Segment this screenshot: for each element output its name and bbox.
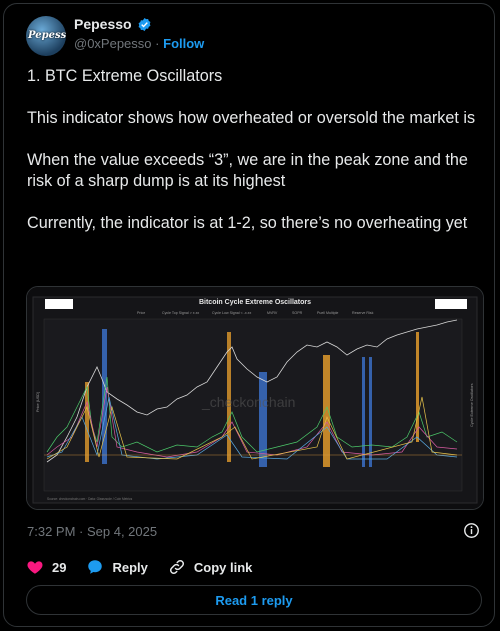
reply-bubble-icon	[88, 560, 103, 574]
chart-footer: Source: checkonchain.com · Data: Glassno…	[47, 497, 133, 501]
read-reply-button[interactable]: Read 1 reply	[26, 585, 482, 615]
avatar[interactable]: Pepesso	[26, 16, 66, 56]
legend-reserve-risk: Reserve Risk	[352, 311, 374, 315]
follow-button[interactable]: Follow	[163, 36, 204, 51]
info-icon[interactable]	[463, 522, 480, 539]
link-icon	[169, 559, 184, 575]
legend-mvrv: MVRV	[267, 311, 278, 315]
chart-ylabel-left: Price (USD)	[36, 391, 40, 412]
copy-link-label: Copy link	[193, 559, 253, 575]
tweet-media-chart[interactable]: Bitcoin Cycle Extreme Oscillators Price …	[26, 286, 484, 510]
chart-logo-left	[45, 299, 73, 309]
reply-button[interactable]: Reply	[86, 558, 148, 576]
legend-cycle-low: Cycle Low Signal < -x.xx	[212, 311, 251, 315]
tweet-card: Pepesso Pepesso @0xPepesso · Follow 1. B…	[3, 3, 495, 627]
author-display-name[interactable]: Pepesso	[74, 16, 132, 32]
separator-dot: ·	[155, 36, 160, 51]
chart-title: Bitcoin Cycle Extreme Oscillators	[199, 299, 311, 306]
like-count: 29	[52, 559, 67, 575]
legend-puell: Puell Multiple	[317, 311, 338, 315]
author-name-row: Pepesso	[74, 16, 152, 32]
tweet-actions: 29 Reply Copy link	[26, 558, 272, 576]
chart-watermark: _checkonchain	[201, 394, 295, 410]
like-button[interactable]: 29	[26, 558, 66, 576]
heart-icon	[27, 561, 43, 574]
chart-logo-right	[435, 299, 467, 309]
chart-image: Bitcoin Cycle Extreme Oscillators Price …	[27, 287, 483, 509]
tweet-timestamp[interactable]: 7:32 PM · Sep 4, 2025	[27, 524, 157, 539]
author-handle[interactable]: @0xPepesso	[74, 36, 152, 51]
reply-label: Reply	[112, 559, 148, 575]
legend-price: Price	[137, 311, 145, 315]
legend-sopr: SOPR	[292, 311, 303, 315]
verified-badge-icon	[138, 17, 151, 31]
chart-ylabel-right: Cycle Extreme Oscillators	[470, 383, 474, 427]
avatar-logo-text: Pepesso	[28, 30, 66, 41]
copy-link-button[interactable]: Copy link	[168, 558, 253, 576]
author-handle-row: @0xPepesso · Follow	[74, 36, 204, 51]
legend-cycle-top: Cycle Top Signal > x.xx	[162, 311, 199, 315]
tweet-text: 1. BTC Extreme Oscillators This indicato…	[27, 67, 476, 232]
